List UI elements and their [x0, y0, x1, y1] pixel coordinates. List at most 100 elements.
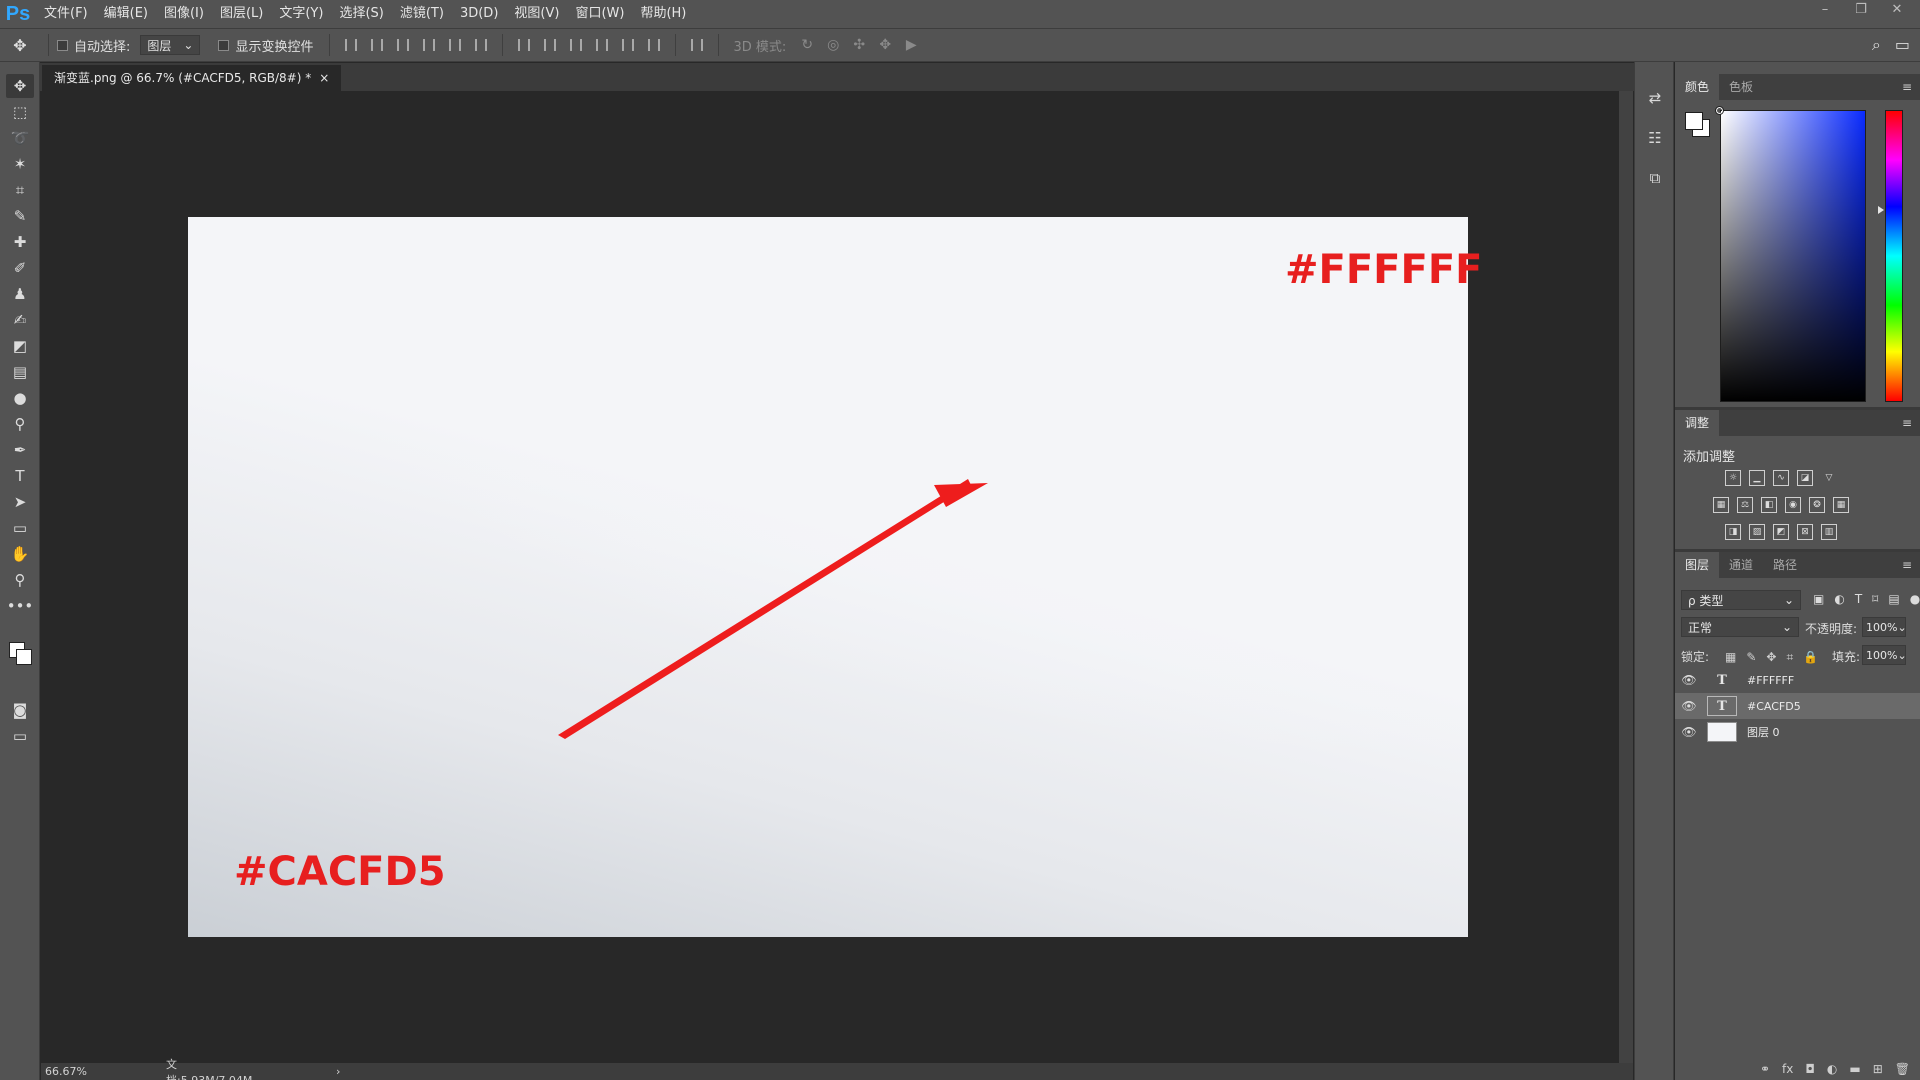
- vibrance-icon[interactable]: ▽: [1821, 470, 1837, 486]
- layer-style-icon[interactable]: fx: [1782, 1062, 1793, 1076]
- foreground-background-swatch[interactable]: [6, 638, 34, 668]
- status-menu-arrow-icon[interactable]: ›: [336, 1065, 340, 1078]
- new-adjustment-icon[interactable]: ◐: [1827, 1062, 1837, 1076]
- filter-shape-icon[interactable]: ⌑: [1872, 592, 1878, 606]
- search-icon[interactable]: ⌕: [1872, 35, 1881, 55]
- document-image[interactable]: #FFFFFF #CACFD5: [188, 217, 1482, 937]
- distribute-hcenter-icon[interactable]: [615, 34, 641, 56]
- curves-icon[interactable]: ∿: [1773, 470, 1789, 486]
- more-tools-icon[interactable]: •••: [6, 594, 34, 618]
- healing-brush-tool-icon[interactable]: ✚: [6, 230, 34, 254]
- color-field[interactable]: [1720, 110, 1866, 402]
- pen-tool-icon[interactable]: ✒: [6, 438, 34, 462]
- scale-3d-icon[interactable]: ▶: [898, 34, 924, 56]
- color-balance-icon[interactable]: ⚖: [1737, 497, 1753, 513]
- vertical-scrollbar[interactable]: [1619, 91, 1633, 1063]
- move-tool-preset-icon[interactable]: ✥: [0, 36, 40, 55]
- layer-filter-dropdown[interactable]: ρ 类型 ⌄: [1681, 590, 1801, 610]
- layer-name[interactable]: #CACFD5: [1747, 700, 1801, 713]
- crop-tool-icon[interactable]: ⌗: [6, 178, 34, 202]
- panel-menu-icon[interactable]: ≡: [1902, 558, 1912, 572]
- lock-all-icon[interactable]: 🔒: [1803, 650, 1818, 665]
- tab-swatches[interactable]: 色板: [1719, 74, 1763, 100]
- threshold-icon[interactable]: ◩: [1773, 524, 1789, 540]
- roll-3d-icon[interactable]: ◎: [820, 34, 846, 56]
- document-tab[interactable]: 渐变蓝.png @ 66.7% (#CACFD5, RGB/8#) * ×: [42, 65, 342, 91]
- tab-channels[interactable]: 通道: [1719, 552, 1763, 578]
- lock-transparent-icon[interactable]: ▦: [1725, 650, 1736, 665]
- invert-icon[interactable]: ◨: [1725, 524, 1741, 540]
- marquee-tool-icon[interactable]: ⬚: [6, 100, 34, 124]
- panel-menu-icon[interactable]: ≡: [1902, 416, 1912, 430]
- distribute-bottom-icon[interactable]: [563, 34, 589, 56]
- zoom-tool-icon[interactable]: ⚲: [6, 568, 34, 592]
- auto-align-icon[interactable]: [684, 34, 710, 56]
- history-brush-tool-icon[interactable]: ✍: [6, 308, 34, 332]
- slide-3d-icon[interactable]: ✥: [872, 34, 898, 56]
- eyedropper-tool-icon[interactable]: ✎: [6, 204, 34, 228]
- align-bottom-icon[interactable]: [390, 34, 416, 56]
- gradient-map-icon[interactable]: ▥: [1821, 524, 1837, 540]
- delete-layer-icon[interactable]: 🗑: [1895, 1062, 1910, 1076]
- tab-paths[interactable]: 路径: [1763, 552, 1807, 578]
- filter-adjustment-icon[interactable]: ◐: [1834, 592, 1844, 606]
- align-right-icon[interactable]: [468, 34, 494, 56]
- layer-name[interactable]: #FFFFFF: [1747, 674, 1794, 687]
- posterize-icon[interactable]: ▨: [1749, 524, 1765, 540]
- rotate-3d-icon[interactable]: ↻: [794, 34, 820, 56]
- drag-3d-icon[interactable]: ✣: [846, 34, 872, 56]
- filter-toggle-icon[interactable]: ●: [1910, 592, 1920, 606]
- black-white-icon[interactable]: ◧: [1761, 497, 1777, 513]
- layer-row[interactable]: 👁 图层 0: [1675, 719, 1920, 745]
- tab-color[interactable]: 颜色: [1675, 74, 1720, 100]
- workspace-icon[interactable]: ▭: [1895, 35, 1910, 55]
- distribute-right-icon[interactable]: [641, 34, 667, 56]
- align-left-icon[interactable]: [416, 34, 442, 56]
- properties-panel-icon[interactable]: ☷: [1641, 124, 1669, 152]
- visibility-eye-icon[interactable]: 👁: [1675, 673, 1703, 687]
- move-tool-icon[interactable]: ✥: [6, 74, 34, 98]
- distribute-vcenter-icon[interactable]: [537, 34, 563, 56]
- brush-tool-icon[interactable]: ✐: [6, 256, 34, 280]
- exposure-icon[interactable]: ◪: [1797, 470, 1813, 486]
- filter-smart-object-icon[interactable]: ▤: [1888, 592, 1899, 606]
- menu-edit[interactable]: 编辑(E): [96, 0, 156, 28]
- auto-select-dropdown[interactable]: 图层 ⌄: [140, 35, 201, 55]
- close-icon[interactable]: ✕: [1888, 0, 1906, 20]
- lock-image-icon[interactable]: ✎: [1746, 650, 1756, 665]
- link-layers-icon[interactable]: ⚭: [1760, 1062, 1770, 1076]
- show-transform-checkbox[interactable]: 显示变换控件: [218, 36, 313, 55]
- restore-icon[interactable]: ❐: [1852, 0, 1870, 20]
- libraries-panel-icon[interactable]: ⧉: [1641, 164, 1669, 192]
- distribute-top-icon[interactable]: [511, 34, 537, 56]
- menu-file[interactable]: 文件(F): [36, 0, 96, 28]
- blur-tool-icon[interactable]: ●: [6, 386, 34, 410]
- color-lookup-icon[interactable]: ▦: [1833, 497, 1849, 513]
- brightness-icon[interactable]: ☼: [1725, 470, 1741, 486]
- align-vcenter-icon[interactable]: [364, 34, 390, 56]
- menu-view[interactable]: 视图(V): [506, 0, 567, 28]
- eraser-tool-icon[interactable]: ◩: [6, 334, 34, 358]
- menu-image[interactable]: 图像(I): [156, 0, 212, 28]
- history-panel-icon[interactable]: ⇄: [1641, 84, 1669, 112]
- align-hcenter-icon[interactable]: [442, 34, 468, 56]
- auto-select-checkbox[interactable]: 自动选择:: [57, 36, 130, 55]
- filter-type-icon[interactable]: T: [1855, 592, 1862, 606]
- magic-wand-tool-icon[interactable]: ✶: [6, 152, 34, 176]
- menu-layer[interactable]: 图层(L): [212, 0, 271, 28]
- lock-artboard-icon[interactable]: ⌗: [1786, 650, 1793, 665]
- lasso-tool-icon[interactable]: ➰: [6, 126, 34, 150]
- layer-row[interactable]: 👁 T #CACFD5: [1675, 693, 1920, 719]
- levels-icon[interactable]: ▁: [1749, 470, 1765, 486]
- lock-position-icon[interactable]: ✥: [1766, 650, 1776, 665]
- hue-marker[interactable]: [1878, 206, 1884, 214]
- menu-select[interactable]: 选择(S): [331, 0, 391, 28]
- tab-adjustments[interactable]: 调整: [1675, 410, 1720, 436]
- new-layer-icon[interactable]: ⊞: [1873, 1062, 1883, 1076]
- layer-row[interactable]: 👁 T #FFFFFF: [1675, 667, 1920, 693]
- foreground-color-swatch[interactable]: [1685, 112, 1703, 130]
- close-tab-icon[interactable]: ×: [319, 65, 329, 91]
- menu-filter[interactable]: 滤镜(T): [392, 0, 452, 28]
- gradient-tool-icon[interactable]: ▤: [6, 360, 34, 384]
- photo-filter-icon[interactable]: ◉: [1785, 497, 1801, 513]
